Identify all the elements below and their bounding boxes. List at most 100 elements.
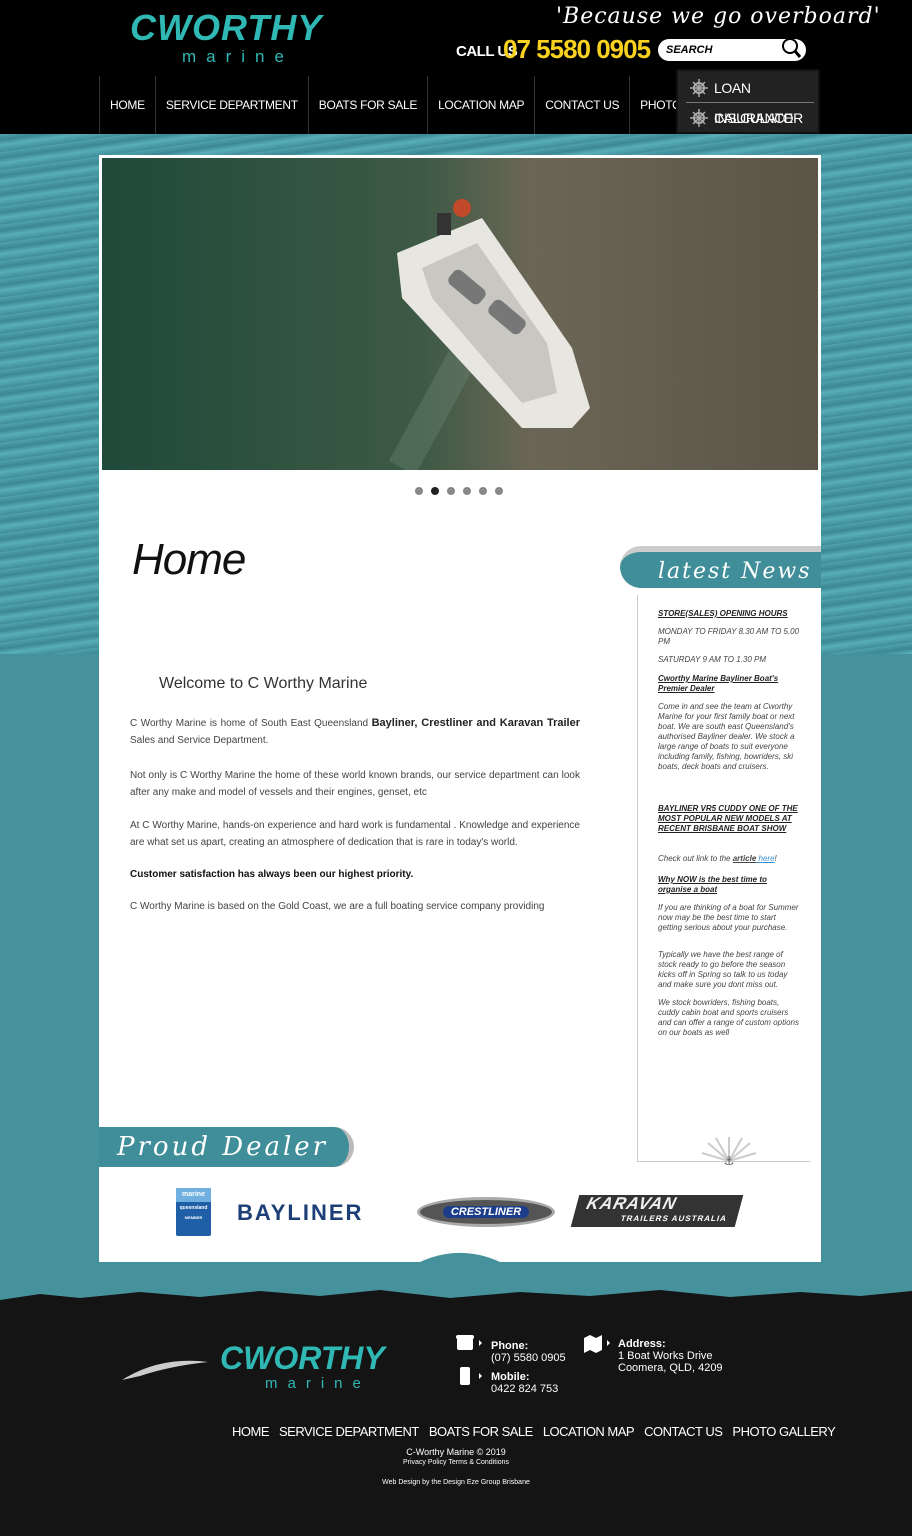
slider-dots: [415, 487, 503, 495]
anchor-icon: ⚓: [701, 1137, 757, 1165]
footer-nav-boats-for-sale[interactable]: BOATS FOR SALE: [429, 1424, 534, 1440]
news-headline[interactable]: STORE(SALES) OPENING HOURS: [658, 609, 800, 619]
phone-icon: [456, 1335, 482, 1350]
search-icon[interactable]: [780, 37, 802, 59]
boat-photo: [102, 158, 818, 470]
boat-swoosh-icon: [122, 1360, 208, 1380]
service-paragraph: Not only is C Worthy Marine the home of …: [130, 770, 580, 798]
mobile-label: Mobile:: [491, 1371, 530, 1383]
design-credit[interactable]: Web Design by the Design Eze Group Brisb…: [0, 1478, 912, 1488]
main-nav: HOME SERVICE DEPARTMENT BOATS FOR SALE L…: [99, 76, 749, 134]
footer-nav-contact-us[interactable]: CONTACT US: [644, 1424, 723, 1440]
address-line-1: 1 Boat Works Drive: [618, 1350, 713, 1362]
nav-boats-for-sale[interactable]: BOATS FOR SALE: [309, 76, 429, 134]
quick-links: LOAN CALCULATOR INSURANCE QUOTE: [676, 69, 820, 156]
news-headline[interactable]: Why NOW is the best time to organise a b…: [658, 875, 800, 895]
mq-bottom: MEMBER: [184, 1215, 203, 1220]
here-link[interactable]: here: [756, 854, 775, 863]
karavan-text: KARAVAN: [584, 1194, 680, 1213]
news-text: Typically we have the best range of stoc…: [658, 950, 788, 989]
footer-nav-service-department[interactable]: SERVICE DEPARTMENT: [279, 1424, 419, 1440]
logo-wordmark: CWORTHY: [130, 7, 323, 48]
news-text: MONDAY TO FRIDAY 8.30 AM TO 5.00 PM: [658, 627, 800, 646]
nav-contact-us[interactable]: CONTACT US: [535, 76, 631, 134]
search-placeholder: SEARCH: [666, 44, 713, 56]
address-line-2: Coomera, QLD, 4209: [618, 1362, 723, 1374]
karavan-subtext: TRAILERS AUSTRALIA: [619, 1214, 729, 1223]
brush-edge-decoration: [0, 1290, 912, 1310]
satisfaction-paragraph: Customer satisfaction has always been ou…: [130, 869, 414, 880]
experience-paragraph: At C Worthy Marine, hands-on experience …: [130, 820, 580, 848]
logo-subtitle: marine: [182, 47, 294, 66]
footer-logo-wordmark: CWORTHY: [220, 1340, 385, 1376]
slider-dot[interactable]: [447, 487, 455, 495]
slider-dot[interactable]: [415, 487, 423, 495]
news-text: We stock bowriders, fishing boats, cuddy…: [658, 998, 799, 1037]
nav-service-department[interactable]: SERVICE DEPARTMENT: [156, 76, 309, 134]
bayliner-logo[interactable]: BAYLINER: [237, 1200, 363, 1226]
svg-text:⚓: ⚓: [724, 1154, 735, 1165]
insurance-quote-button[interactable]: INSURANCE QUOTE: [686, 103, 814, 156]
header-phone[interactable]: 07 5580 0905: [503, 33, 651, 65]
scroll-arc-decoration: [399, 1253, 521, 1278]
footer-nav-photo-gallery[interactable]: PHOTO GALLERY: [732, 1424, 835, 1440]
news-text: SATURDAY 9 AM TO 1.30 PM: [658, 655, 767, 664]
karavan-logo[interactable]: KARAVAN TRAILERS AUSTRALIA: [570, 1194, 744, 1227]
intro-paragraph: C Worthy Marine is home of South East Qu…: [130, 715, 580, 749]
marine-queensland-logo[interactable]: marine queensland MEMBER: [176, 1188, 211, 1236]
intro-text-end: Sales and Service Department.: [130, 735, 269, 746]
tagline: 'Because we go overboard': [556, 4, 881, 29]
slider-dot[interactable]: [495, 487, 503, 495]
footer-nav-location-map[interactable]: LOCATION MAP: [543, 1424, 635, 1440]
footer-phone: Phone: (07) 5580 0905: [491, 1340, 566, 1364]
news-headline[interactable]: Cworthy Marine Bayliner Boat's Premier D…: [658, 674, 800, 694]
latest-news-column: STORE(SALES) OPENING HOURS MONDAY TO FRI…: [637, 595, 810, 1165]
terms-link[interactable]: Terms & Conditions: [448, 1459, 509, 1466]
news-headline[interactable]: BAYLINER VR5 CUDDY ONE OF THE MOST POPUL…: [658, 804, 800, 834]
intro-text: C Worthy Marine is home of South East Qu…: [130, 718, 372, 729]
news-text: Come in and see the team at Cworthy Mari…: [658, 702, 795, 771]
news-text: Check out link to the article here!: [658, 854, 800, 864]
slider-dot[interactable]: [463, 487, 471, 495]
brand-list: Bayliner, Crestliner and Karavan Trailer: [371, 717, 580, 729]
search-input[interactable]: SEARCH: [658, 37, 806, 61]
footer-logo-subtitle: marine: [265, 1375, 371, 1392]
proud-dealer-banner: Proud Dealer of: [99, 1127, 354, 1198]
footer-address: Address: 1 Boat Works Drive Coomera, QLD, …: [618, 1338, 723, 1374]
site-logo[interactable]: CWORTHY marine: [130, 7, 355, 66]
page-title: Home: [132, 535, 246, 584]
privacy-policy-link[interactable]: Privacy Policy: [403, 1459, 447, 1466]
mq-middle: queensland: [179, 1205, 208, 1211]
loan-calculator-button[interactable]: LOAN CALCULATOR: [686, 73, 814, 126]
footer-mobile: Mobile: 0422 824 753: [491, 1371, 558, 1395]
ship-wheel-icon: [690, 109, 708, 127]
site-footer: CWORTHY marine Phone: (07) 5580 0905 Mobi…: [0, 1290, 912, 1536]
map-icon: [584, 1335, 610, 1353]
slider-dot[interactable]: [479, 487, 487, 495]
crestliner-logo[interactable]: CRESTLINER: [417, 1197, 555, 1227]
news-link-suffix: !: [774, 854, 777, 863]
footer-nav-home[interactable]: HOME: [232, 1424, 270, 1440]
mq-top: marine: [176, 1188, 211, 1202]
nav-location-map[interactable]: LOCATION MAP: [428, 76, 536, 134]
proud-dealer-heading: Proud Dealer of: [117, 1132, 329, 1198]
article-link[interactable]: article: [733, 854, 757, 863]
phone-value[interactable]: (07) 5580 0905: [491, 1352, 566, 1364]
footer-logo[interactable]: CWORTHY marine: [120, 1340, 420, 1392]
copyright: C-Worthy Marine © 2019: [406, 1447, 506, 1457]
hero-slider-image[interactable]: [102, 158, 818, 470]
welcome-heading: Welcome to C Worthy Marine: [159, 675, 368, 692]
crestliner-text: CRESTLINER: [442, 1206, 530, 1218]
slider-dot-active[interactable]: [431, 487, 439, 495]
legal-links: Privacy Policy Terms & Conditions: [0, 1458, 912, 1468]
nav-home[interactable]: HOME: [100, 76, 156, 134]
latest-news-banner: latest News: [620, 546, 821, 588]
address-label: Address:: [618, 1338, 666, 1350]
mobile-icon: [460, 1367, 482, 1385]
main-content: Home Welcome to C Worthy Marine C Worthy…: [99, 155, 821, 1262]
mobile-value[interactable]: 0422 824 753: [491, 1383, 558, 1395]
latest-news-heading: latest News: [658, 559, 812, 584]
ship-wheel-icon: [690, 79, 708, 97]
site-header: CWORTHY marine 'Because we go overboard'…: [0, 0, 912, 156]
news-link-prefix: Check out link to the: [658, 854, 733, 863]
